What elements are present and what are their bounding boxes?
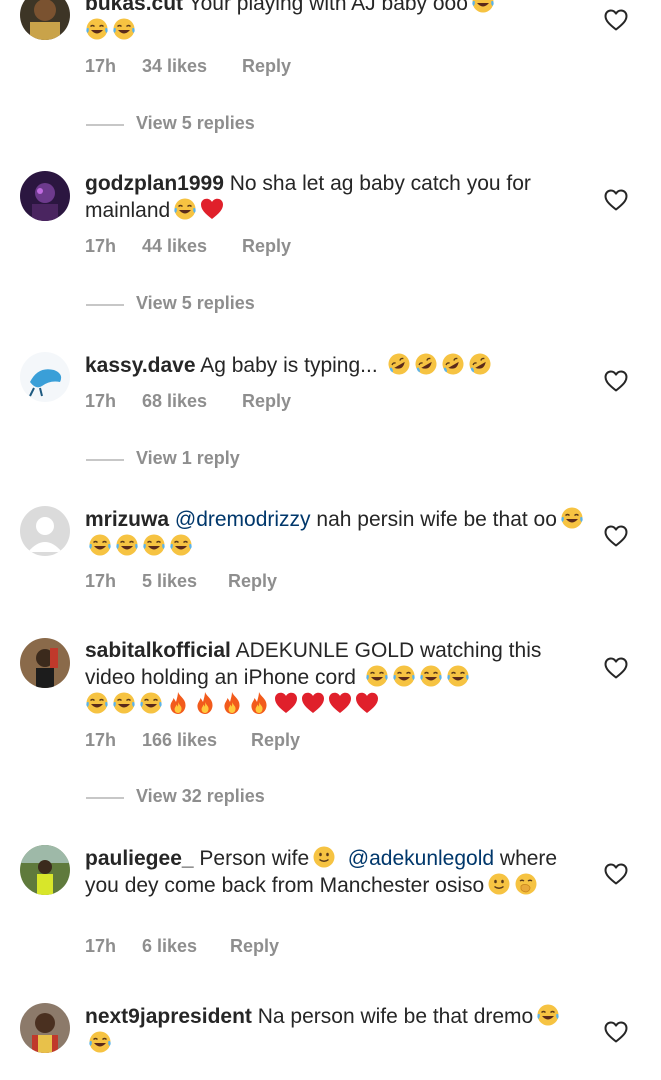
view-replies-button[interactable]: View 5 replies bbox=[86, 293, 386, 317]
comment-likes[interactable]: 68 likes bbox=[142, 391, 207, 412]
red-heart-emoji bbox=[355, 691, 379, 715]
comment-likes[interactable]: 6 likes bbox=[142, 936, 197, 957]
comment-username[interactable]: next9japresident bbox=[85, 1005, 252, 1028]
rolling-laughing-emoji bbox=[387, 352, 411, 376]
laughing-tears-emoji bbox=[536, 1003, 560, 1027]
comment-body: Your playing with AJ baby ooo bbox=[188, 0, 468, 15]
comment-username[interactable]: bukas.cut bbox=[85, 0, 183, 15]
comment-time: 17h bbox=[85, 56, 117, 76]
reply-button[interactable]: Reply bbox=[242, 391, 291, 412]
comment-username[interactable]: sabitalkofficial bbox=[85, 639, 231, 662]
laughing-tears-emoji bbox=[169, 533, 193, 557]
avatar[interactable] bbox=[20, 171, 70, 221]
comment-time: 17h bbox=[85, 730, 117, 750]
comment-mention[interactable]: @adekunlegold bbox=[348, 847, 494, 870]
laughing-tears-emoji bbox=[392, 664, 416, 688]
comment-body: nah persin wife be that oo bbox=[316, 508, 557, 531]
divider bbox=[86, 459, 124, 461]
view-replies-button[interactable]: View 5 replies bbox=[86, 113, 386, 137]
avatar[interactable] bbox=[20, 638, 70, 688]
laughing-tears-emoji bbox=[139, 691, 163, 715]
red-heart-emoji bbox=[200, 197, 224, 221]
comment-username[interactable]: pauliegee_ bbox=[85, 847, 194, 870]
rolling-laughing-emoji bbox=[414, 352, 438, 376]
comment-text: sabitalkofficial ADEKUNLE GOLD watching … bbox=[85, 638, 585, 718]
comment-text: mrizuwa @dremodrizzy nah persin wife be … bbox=[85, 506, 585, 560]
divider bbox=[86, 304, 124, 306]
laughing-tears-emoji bbox=[112, 691, 136, 715]
comment-text: bukas.cut Your playing with AJ baby ooo bbox=[85, 0, 585, 44]
heart-outline-icon[interactable] bbox=[604, 9, 628, 31]
comment-likes[interactable]: 44 likes bbox=[142, 236, 207, 257]
laughing-tears-emoji bbox=[112, 17, 136, 41]
laughing-tears-emoji bbox=[173, 197, 197, 221]
laughing-tears-emoji bbox=[85, 691, 109, 715]
red-heart-emoji bbox=[328, 691, 352, 715]
laughing-tears-emoji bbox=[88, 1030, 112, 1054]
comment-mention[interactable]: @dremodrizzy bbox=[175, 508, 311, 531]
comment-body: Person wife bbox=[199, 847, 310, 870]
avatar[interactable] bbox=[20, 352, 70, 402]
laughing-tears-emoji bbox=[471, 0, 495, 14]
reply-button[interactable]: Reply bbox=[228, 571, 277, 592]
comment-username[interactable]: godzplan1999 bbox=[85, 172, 224, 195]
comment-username[interactable]: mrizuwa bbox=[85, 508, 169, 531]
view-replies-label[interactable]: View 32 replies bbox=[136, 786, 265, 807]
laughing-tears-emoji bbox=[446, 664, 470, 688]
laughing-tears-emoji bbox=[142, 533, 166, 557]
reply-button[interactable]: Reply bbox=[242, 236, 291, 257]
heart-outline-icon[interactable] bbox=[604, 189, 628, 211]
heart-outline-icon[interactable] bbox=[604, 1021, 628, 1043]
comment-body: Na person wife be that dremo bbox=[257, 1005, 534, 1028]
rolling-laughing-emoji bbox=[468, 352, 492, 376]
fire-emoji bbox=[193, 691, 217, 715]
avatar[interactable] bbox=[20, 506, 70, 556]
heart-outline-icon[interactable] bbox=[604, 370, 628, 392]
red-heart-emoji bbox=[274, 691, 298, 715]
fire-emoji bbox=[166, 691, 190, 715]
avatar[interactable] bbox=[20, 1003, 70, 1053]
fire-emoji bbox=[247, 691, 271, 715]
divider bbox=[86, 797, 124, 799]
comment-username[interactable]: kassy.dave bbox=[85, 354, 196, 377]
hand-over-mouth-emoji bbox=[514, 872, 538, 896]
comment-time: 17h bbox=[85, 571, 117, 591]
red-heart-emoji bbox=[301, 691, 325, 715]
comment-likes[interactable]: 5 likes bbox=[142, 571, 197, 592]
slight-smile-emoji bbox=[312, 845, 336, 869]
reply-button[interactable]: Reply bbox=[251, 730, 300, 751]
laughing-tears-emoji bbox=[85, 17, 109, 41]
view-replies-button[interactable]: View 1 reply bbox=[86, 448, 386, 472]
laughing-tears-emoji bbox=[115, 533, 139, 557]
heart-outline-icon[interactable] bbox=[604, 525, 628, 547]
comment-likes[interactable]: 166 likes bbox=[142, 730, 217, 751]
heart-outline-icon[interactable] bbox=[604, 657, 628, 679]
fire-emoji bbox=[220, 691, 244, 715]
comment-time: 17h bbox=[85, 391, 117, 411]
avatar[interactable] bbox=[20, 0, 70, 40]
view-replies-label[interactable]: View 1 reply bbox=[136, 448, 240, 469]
view-replies-button[interactable]: View 32 replies bbox=[86, 786, 386, 810]
comment-text: pauliegee_ Person wife @adekunlegold whe… bbox=[85, 845, 585, 899]
comment-text: next9japresident Na person wife be that … bbox=[85, 1003, 585, 1057]
comment-likes[interactable]: 34 likes bbox=[142, 56, 207, 77]
view-replies-label[interactable]: View 5 replies bbox=[136, 113, 255, 134]
divider bbox=[86, 124, 124, 126]
laughing-tears-emoji bbox=[88, 533, 112, 557]
laughing-tears-emoji bbox=[419, 664, 443, 688]
rolling-laughing-emoji bbox=[441, 352, 465, 376]
slight-smile-emoji bbox=[487, 872, 511, 896]
laughing-tears-emoji bbox=[365, 664, 389, 688]
comment-text: kassy.dave Ag baby is typing... bbox=[85, 352, 585, 379]
comment-body: Ag baby is typing... bbox=[200, 354, 378, 377]
view-replies-label[interactable]: View 5 replies bbox=[136, 293, 255, 314]
heart-outline-icon[interactable] bbox=[604, 863, 628, 885]
reply-button[interactable]: Reply bbox=[242, 56, 291, 77]
comment-text: godzplan1999 No sha let ag baby catch yo… bbox=[85, 171, 585, 224]
avatar[interactable] bbox=[20, 845, 70, 895]
reply-button[interactable]: Reply bbox=[230, 936, 279, 957]
laughing-tears-emoji bbox=[560, 506, 584, 530]
comment-time: 17h bbox=[85, 236, 117, 256]
comment-time: 17h bbox=[85, 936, 117, 956]
